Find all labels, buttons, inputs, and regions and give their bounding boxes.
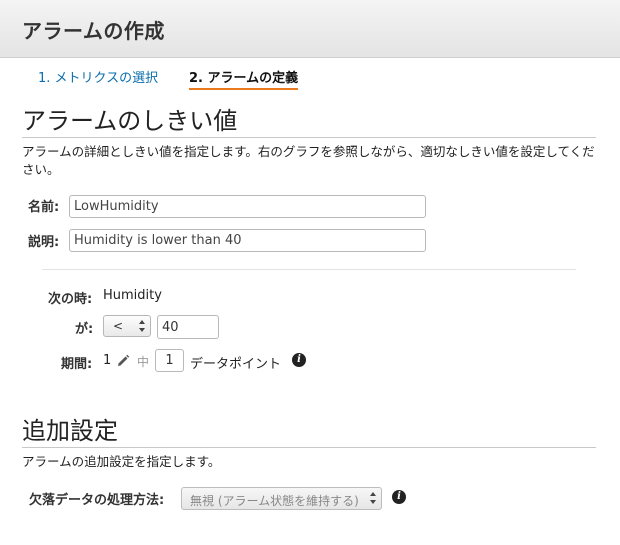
step-define-alarm: 2. アラームの定義 xyxy=(189,67,299,90)
divider xyxy=(42,269,576,270)
threshold-input[interactable] xyxy=(157,315,219,339)
datapoints-input[interactable] xyxy=(155,349,184,372)
page-title: アラームの作成 xyxy=(22,19,165,43)
additional-section-title: 追加設定 xyxy=(22,417,118,445)
info-icon[interactable]: i xyxy=(392,490,406,504)
step-select-metric-link[interactable]: 1. メトリクスの選択 xyxy=(38,67,158,86)
section-rule xyxy=(22,137,596,138)
period-label: 期間: xyxy=(61,357,93,372)
pencil-icon[interactable] xyxy=(116,354,130,368)
missing-data-label: 欠落データの処理方法: xyxy=(29,493,165,508)
additional-section-description: アラームの追加設定を指定します。 xyxy=(22,454,221,469)
updown-arrows-icon xyxy=(370,492,376,504)
period-value: 1 xyxy=(103,353,112,368)
operator-value: < xyxy=(113,319,124,333)
operator-label: が: xyxy=(75,322,94,337)
when-label: 次の時: xyxy=(48,292,93,307)
alarm-description-input[interactable] xyxy=(69,229,426,252)
page-header: アラームの作成 xyxy=(0,0,620,58)
info-icon[interactable]: i xyxy=(292,353,306,367)
threshold-section-title: アラームのしきい値 xyxy=(22,107,238,135)
metric-name: Humidity xyxy=(103,288,162,303)
wizard-steps: 1. メトリクスの選択 2. アラームの定義 xyxy=(0,67,620,90)
missing-data-value: 無視 (アラーム状態を維持する) xyxy=(190,494,359,508)
alarm-name-input[interactable] xyxy=(69,195,426,218)
missing-data-select[interactable]: 無視 (アラーム状態を維持する) xyxy=(181,487,382,510)
updown-arrows-icon xyxy=(139,320,145,332)
period-of-text: 中 xyxy=(137,355,150,369)
name-label: 名前: xyxy=(28,200,60,215)
description-label: 説明: xyxy=(28,235,60,250)
threshold-section-description: アラームの詳細としきい値を指定します。右のグラフを参照しながら、適切なしきい値を… xyxy=(22,144,595,177)
section-rule xyxy=(22,447,596,448)
operator-select[interactable]: < xyxy=(103,315,151,337)
datapoints-label: データポイント xyxy=(190,357,282,372)
